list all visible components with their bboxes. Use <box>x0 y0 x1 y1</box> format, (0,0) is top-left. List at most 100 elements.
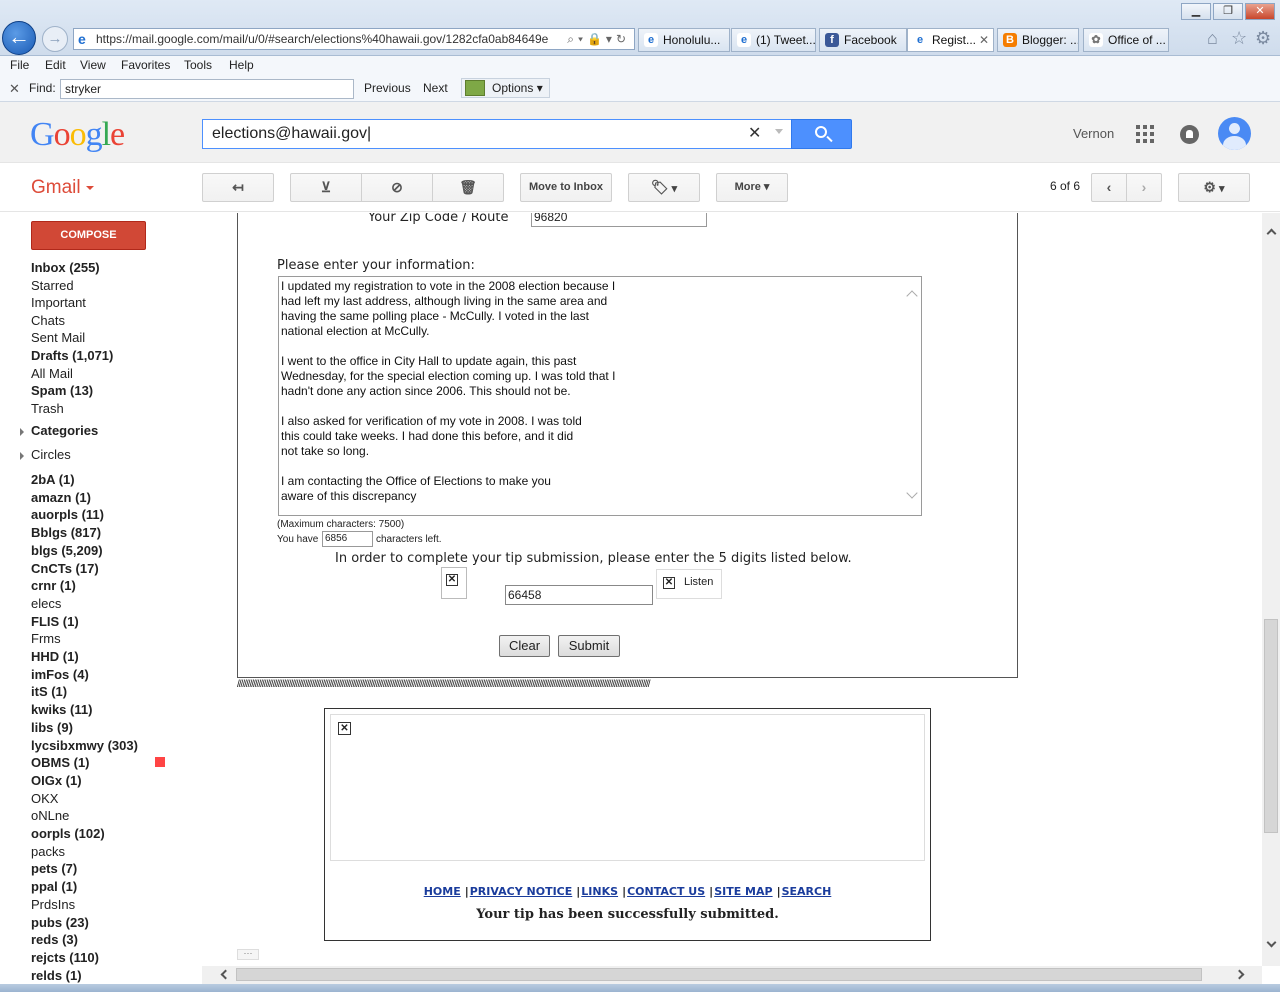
sidebar-item[interactable]: Drafts (1,071) <box>31 348 113 363</box>
back-to-search-button[interactable]: ↤ <box>202 173 274 202</box>
tools-gear-icon[interactable]: ⚙ <box>1255 28 1271 49</box>
sidebar-item[interactable]: Trash <box>31 401 64 416</box>
sidebar-label-item[interactable]: imFos (4) <box>31 667 89 682</box>
menu-file[interactable]: File <box>10 58 29 72</box>
sidebar-label-item[interactable]: auorpls (11) <box>31 507 104 522</box>
sidebar-label-item[interactable]: pubs (23) <box>31 915 89 930</box>
vertical-scrollbar[interactable] <box>1262 213 1280 966</box>
labels-button[interactable]: 🏷 ▾ <box>628 173 700 202</box>
find-options-button[interactable]: Options ▾ <box>461 78 550 98</box>
tab-6[interactable]: ✿ Office of ... <box>1083 28 1169 52</box>
footer-link-privacy-notice[interactable]: PRIVACY NOTICE <box>470 885 573 898</box>
sidebar-label-item[interactable]: oNLne <box>31 808 69 823</box>
close-window-button[interactable]: ✕ <box>1245 3 1275 20</box>
find-next-button[interactable]: Next <box>423 81 448 95</box>
show-trimmed-content-button[interactable]: ··· <box>237 949 259 960</box>
compose-button[interactable]: COMPOSE <box>31 221 146 250</box>
sidebar-label-item[interactable]: OKX <box>31 791 58 806</box>
delete-button[interactable]: 🗑 <box>432 173 504 202</box>
info-textarea[interactable]: I updated my registration to vote in the… <box>278 276 922 516</box>
back-button[interactable]: ← <box>2 21 36 55</box>
tab-3[interactable]: f Facebook <box>819 28 907 52</box>
apps-grid-icon[interactable] <box>1136 125 1154 143</box>
sidebar-label-item[interactable]: Bblgs (817) <box>31 525 101 540</box>
tab-5[interactable]: B Blogger: ... <box>997 28 1079 52</box>
sidebar-label-item[interactable]: crnr (1) <box>31 578 76 593</box>
sidebar-label-item[interactable]: kwiks (11) <box>31 702 92 717</box>
older-button[interactable]: › <box>1126 173 1162 202</box>
tab-4[interactable]: e Regist... ✕ <box>907 28 994 52</box>
sidebar-label-item[interactable]: OBMS (1) <box>31 755 90 770</box>
footer-link-contact-us[interactable]: CONTACT US <box>627 885 705 898</box>
menu-favorites[interactable]: Favorites <box>121 58 170 72</box>
address-bar[interactable]: e https://mail.google.com/mail/u/0/#sear… <box>73 28 635 50</box>
menu-edit[interactable]: Edit <box>45 58 66 72</box>
expand-arrow-icon[interactable] <box>20 428 24 436</box>
scroll-thumb[interactable] <box>236 968 1202 981</box>
sidebar-label-item[interactable]: pets (7) <box>31 861 77 876</box>
footer-link-home[interactable]: HOME <box>424 885 461 898</box>
sidebar-item[interactable]: Sent Mail <box>31 330 85 345</box>
sidebar-label-item[interactable]: elecs <box>31 596 61 611</box>
sidebar-item[interactable]: Chats <box>31 313 65 328</box>
search-options-icon[interactable] <box>775 129 783 134</box>
restore-button[interactable]: ❐ <box>1213 3 1243 20</box>
sidebar-label-item[interactable]: FLIS (1) <box>31 614 79 629</box>
sidebar-item[interactable]: Important <box>31 295 86 310</box>
sidebar-label-item[interactable]: OIGx (1) <box>31 773 82 788</box>
sidebar-label-item[interactable]: oorpls (102) <box>31 826 105 841</box>
forward-button[interactable]: → <box>42 26 68 52</box>
sidebar-label-item[interactable]: rejcts (110) <box>31 950 99 965</box>
circles-item[interactable]: Circles <box>31 447 71 462</box>
notifications-bell-icon[interactable] <box>1180 125 1199 144</box>
footer-link-links[interactable]: LINKS <box>581 885 618 898</box>
menu-tools[interactable]: Tools <box>184 58 212 72</box>
sidebar-label-item[interactable]: CnCTs (17) <box>31 561 99 576</box>
expand-arrow-icon[interactable] <box>20 452 24 460</box>
favorites-star-icon[interactable]: ☆ <box>1231 28 1247 49</box>
sidebar-item[interactable]: Spam (13) <box>31 383 93 398</box>
sidebar-label-item[interactable]: HHD (1) <box>31 649 79 664</box>
listen-button[interactable]: ✕ Listen <box>656 569 722 599</box>
sidebar-label-item[interactable]: reds (3) <box>31 932 78 947</box>
zip-input[interactable]: 96820 <box>531 213 707 227</box>
search-button[interactable] <box>791 119 852 149</box>
user-name[interactable]: Vernon <box>1073 126 1114 141</box>
sidebar-label-item[interactable]: blgs (5,209) <box>31 543 103 558</box>
move-to-inbox-button[interactable]: Move to Inbox <box>520 173 612 202</box>
tab-1[interactable]: e Honolulu... <box>638 28 730 52</box>
sidebar-label-item[interactable]: ppal (1) <box>31 879 77 894</box>
clear-search-icon[interactable]: ✕ <box>748 123 761 143</box>
sidebar-label-item[interactable]: itS (1) <box>31 684 67 699</box>
scroll-thumb[interactable] <box>1264 619 1278 833</box>
tab-2[interactable]: e (1) Tweet... <box>731 28 816 52</box>
address-tools-icons[interactable]: ⌕▾🔒▾↻ <box>563 29 630 49</box>
close-tab-icon[interactable]: ✕ <box>979 29 989 51</box>
categories-item[interactable]: Categories <box>31 423 98 438</box>
gmail-menu-button[interactable]: Gmail <box>31 177 94 199</box>
clear-button[interactable]: Clear <box>499 635 550 657</box>
archive-button[interactable]: ⊻ <box>290 173 362 202</box>
minimize-button[interactable]: ▁ <box>1181 3 1211 20</box>
footer-link-site-map[interactable]: SITE MAP <box>714 885 772 898</box>
sidebar-item[interactable]: Inbox (255) <box>31 260 100 275</box>
captcha-input[interactable]: 66458 <box>505 585 653 605</box>
sidebar-label-item[interactable]: relds (1) <box>31 968 82 983</box>
sidebar-label-item[interactable]: Frms <box>31 631 61 646</box>
sidebar-item[interactable]: All Mail <box>31 366 73 381</box>
submit-button[interactable]: Submit <box>558 635 620 657</box>
close-find-icon[interactable]: ✕ <box>9 81 20 97</box>
menu-view[interactable]: View <box>80 58 106 72</box>
textarea-scrollbar[interactable] <box>904 277 921 515</box>
google-logo[interactable]: Google <box>30 116 125 154</box>
horizontal-scrollbar[interactable] <box>202 966 1262 984</box>
settings-button[interactable]: ⚙ ▾ <box>1178 173 1250 202</box>
home-icon[interactable]: ⌂ <box>1207 28 1218 49</box>
sidebar-label-item[interactable]: lycsibxmwy (303) <box>31 738 138 753</box>
sidebar-label-item[interactable]: libs (9) <box>31 720 73 735</box>
sidebar-label-item[interactable]: packs <box>31 844 65 859</box>
footer-link-search[interactable]: SEARCH <box>782 885 832 898</box>
menu-help[interactable]: Help <box>229 58 254 72</box>
sidebar-label-item[interactable]: PrdsIns <box>31 897 75 912</box>
newer-button[interactable]: ‹ <box>1091 173 1127 202</box>
